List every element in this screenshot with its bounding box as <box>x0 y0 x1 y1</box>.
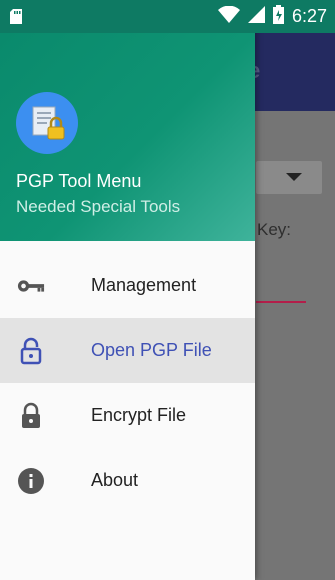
drawer-title: PGP Tool Menu <box>16 171 142 191</box>
info-icon <box>17 467 45 495</box>
drawer-subtitle: Needed Special Tools <box>16 197 181 216</box>
key-icon <box>17 272 45 300</box>
clock: 6:27 <box>291 6 327 26</box>
menu-item-label: About <box>91 470 139 490</box>
menu-item-label: Encrypt File <box>91 405 187 425</box>
signal-icon <box>247 5 265 28</box>
status-bar: 6:27 <box>0 0 335 33</box>
dropdown-arrow-icon <box>286 173 302 181</box>
wifi-icon <box>217 5 240 28</box>
drawer-header: PGP Tool Menu Needed Special Tools <box>0 33 255 241</box>
menu-item-open-pgp-file[interactable]: Open PGP File <box>0 318 255 383</box>
key-label: Key: <box>257 220 292 239</box>
navigation-drawer: PGP Tool Menu Needed Special Tools Manag… <box>0 0 255 580</box>
lock-open-icon <box>17 337 45 365</box>
lock-icon <box>17 402 45 430</box>
document-lock-icon <box>32 106 65 140</box>
menu-item-encrypt-file[interactable]: Encrypt File <box>0 383 255 448</box>
sd-card-icon <box>10 9 22 29</box>
app-logo-avatar <box>16 92 78 154</box>
menu-item-management[interactable]: Management <box>0 253 255 318</box>
input-underline <box>256 301 306 303</box>
drawer-menu: Management Open PGP File Encrypt File Ab… <box>0 253 255 513</box>
dropdown-spinner <box>256 161 322 194</box>
menu-item-label: Management <box>91 275 197 295</box>
battery-icon <box>272 4 284 29</box>
menu-item-label: Open PGP File <box>91 340 212 360</box>
menu-item-about[interactable]: About <box>0 448 255 513</box>
